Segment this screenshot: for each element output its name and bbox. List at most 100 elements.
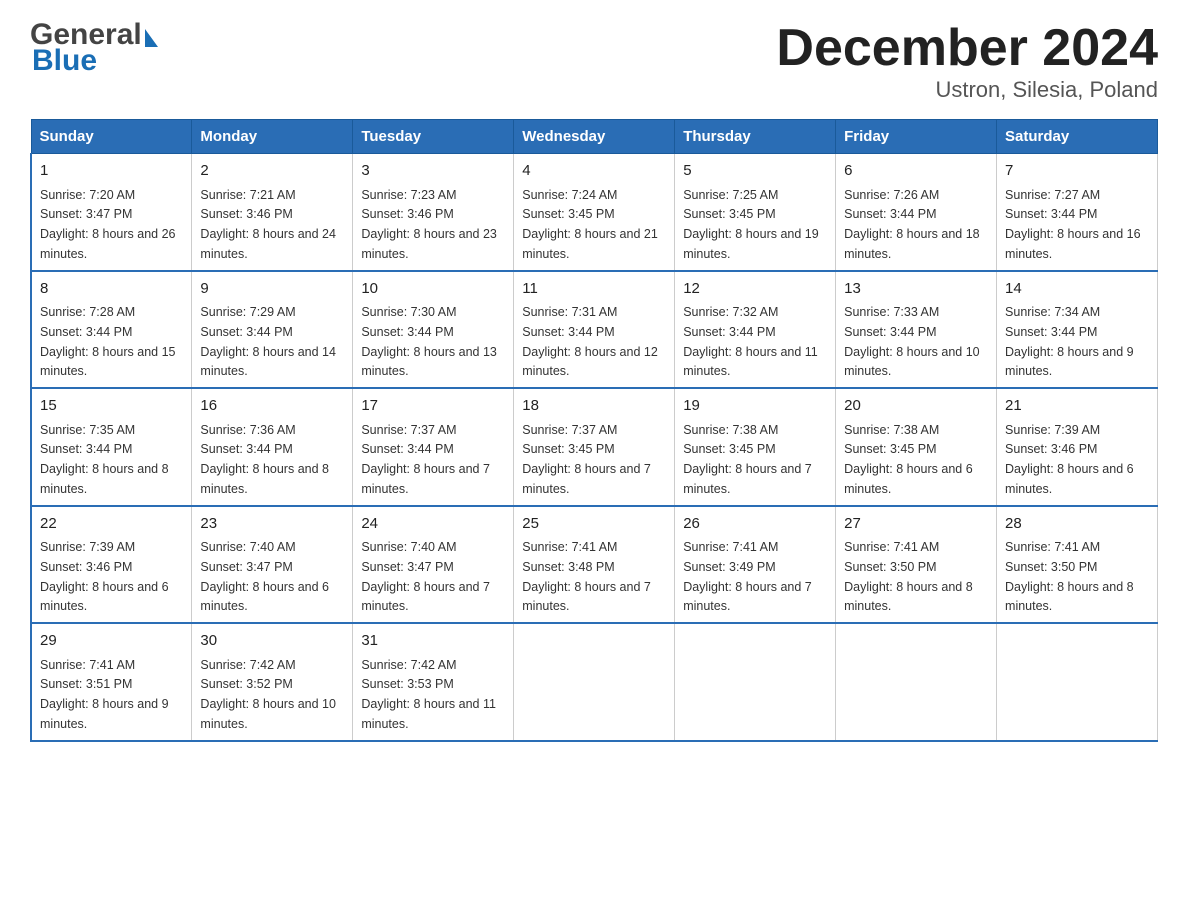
page-header: General Blue December 2024 Ustron, Siles… [30,20,1158,103]
day-number: 6 [844,160,988,183]
logo: General Blue [30,20,158,76]
day-info: Sunrise: 7:39 AMSunset: 3:46 PMDaylight:… [1005,423,1134,496]
day-number: 22 [40,513,183,536]
calendar-cell: 22 Sunrise: 7:39 AMSunset: 3:46 PMDayligh… [31,506,192,624]
day-number: 20 [844,395,988,418]
day-number: 29 [40,630,183,653]
day-number: 13 [844,278,988,301]
day-info: Sunrise: 7:21 AMSunset: 3:46 PMDaylight:… [200,188,336,261]
header-day-saturday: Saturday [997,120,1158,154]
day-info: Sunrise: 7:27 AMSunset: 3:44 PMDaylight:… [1005,188,1141,261]
calendar-header: SundayMondayTuesdayWednesdayThursdayFrid… [31,120,1158,154]
calendar-cell: 30 Sunrise: 7:42 AMSunset: 3:52 PMDayligh… [192,623,353,741]
calendar-cell [675,623,836,741]
header-day-thursday: Thursday [675,120,836,154]
calendar-cell: 9 Sunrise: 7:29 AMSunset: 3:44 PMDaylight… [192,271,353,389]
day-number: 26 [683,513,827,536]
week-row-1: 1 Sunrise: 7:20 AMSunset: 3:47 PMDaylight… [31,154,1158,271]
day-info: Sunrise: 7:29 AMSunset: 3:44 PMDaylight:… [200,305,336,378]
calendar-cell: 14 Sunrise: 7:34 AMSunset: 3:44 PMDayligh… [997,271,1158,389]
day-number: 25 [522,513,666,536]
day-info: Sunrise: 7:20 AMSunset: 3:47 PMDaylight:… [40,188,176,261]
day-info: Sunrise: 7:24 AMSunset: 3:45 PMDaylight:… [522,188,658,261]
day-number: 19 [683,395,827,418]
day-number: 30 [200,630,344,653]
day-info: Sunrise: 7:33 AMSunset: 3:44 PMDaylight:… [844,305,980,378]
calendar-cell: 25 Sunrise: 7:41 AMSunset: 3:48 PMDayligh… [514,506,675,624]
day-info: Sunrise: 7:42 AMSunset: 3:53 PMDaylight:… [361,658,496,731]
day-info: Sunrise: 7:41 AMSunset: 3:50 PMDaylight:… [1005,540,1134,613]
calendar-cell: 3 Sunrise: 7:23 AMSunset: 3:46 PMDaylight… [353,154,514,271]
day-number: 8 [40,278,183,301]
logo-blue-text: Blue [30,46,158,76]
header-day-monday: Monday [192,120,353,154]
calendar-cell: 21 Sunrise: 7:39 AMSunset: 3:46 PMDayligh… [997,388,1158,506]
day-number: 14 [1005,278,1149,301]
calendar-cell: 26 Sunrise: 7:41 AMSunset: 3:49 PMDayligh… [675,506,836,624]
day-info: Sunrise: 7:40 AMSunset: 3:47 PMDaylight:… [200,540,329,613]
day-number: 12 [683,278,827,301]
calendar-cell: 18Sunrise: 7:37 AMSunset: 3:45 PMDayligh… [514,388,675,506]
day-info: Sunrise: 7:41 AMSunset: 3:50 PMDaylight:… [844,540,973,613]
calendar-cell: 17 Sunrise: 7:37 AMSunset: 3:44 PMDayligh… [353,388,514,506]
calendar-cell: 7 Sunrise: 7:27 AMSunset: 3:44 PMDaylight… [997,154,1158,271]
calendar-cell: 31 Sunrise: 7:42 AMSunset: 3:53 PMDayligh… [353,623,514,741]
calendar-cell: 5 Sunrise: 7:25 AMSunset: 3:45 PMDaylight… [675,154,836,271]
day-number: 9 [200,278,344,301]
month-title: December 2024 [776,20,1158,77]
day-info: Sunrise: 7:25 AMSunset: 3:45 PMDaylight:… [683,188,819,261]
calendar-cell: 2 Sunrise: 7:21 AMSunset: 3:46 PMDaylight… [192,154,353,271]
day-number: 1 [40,160,183,183]
calendar-cell: 12 Sunrise: 7:32 AMSunset: 3:44 PMDayligh… [675,271,836,389]
day-number: 10 [361,278,505,301]
day-info: Sunrise: 7:42 AMSunset: 3:52 PMDaylight:… [200,658,336,731]
day-info: Sunrise: 7:35 AMSunset: 3:44 PMDaylight:… [40,423,169,496]
day-info: Sunrise: 7:36 AMSunset: 3:44 PMDaylight:… [200,423,329,496]
header-day-sunday: Sunday [31,120,192,154]
calendar-cell: 20 Sunrise: 7:38 AMSunset: 3:45 PMDayligh… [836,388,997,506]
day-info: Sunrise: 7:37 AMSunset: 3:45 PMDaylight:… [522,423,651,496]
day-number: 11 [522,278,666,301]
day-number: 17 [361,395,505,418]
day-number: 23 [200,513,344,536]
day-info: Sunrise: 7:28 AMSunset: 3:44 PMDaylight:… [40,305,176,378]
day-info: Sunrise: 7:26 AMSunset: 3:44 PMDaylight:… [844,188,980,261]
day-info: Sunrise: 7:40 AMSunset: 3:47 PMDaylight:… [361,540,490,613]
day-number: 27 [844,513,988,536]
day-info: Sunrise: 7:37 AMSunset: 3:44 PMDaylight:… [361,423,490,496]
week-row-5: 29Sunrise: 7:41 AMSunset: 3:51 PMDayligh… [31,623,1158,741]
calendar-cell: 11 Sunrise: 7:31 AMSunset: 3:44 PMDayligh… [514,271,675,389]
calendar-table: SundayMondayTuesdayWednesdayThursdayFrid… [30,119,1158,742]
day-info: Sunrise: 7:39 AMSunset: 3:46 PMDaylight:… [40,540,169,613]
day-number: 28 [1005,513,1149,536]
day-number: 3 [361,160,505,183]
week-row-3: 15 Sunrise: 7:35 AMSunset: 3:44 PMDayligh… [31,388,1158,506]
day-number: 15 [40,395,183,418]
day-info: Sunrise: 7:32 AMSunset: 3:44 PMDaylight:… [683,305,818,378]
calendar-cell: 28 Sunrise: 7:41 AMSunset: 3:50 PMDayligh… [997,506,1158,624]
day-number: 5 [683,160,827,183]
day-info: Sunrise: 7:31 AMSunset: 3:44 PMDaylight:… [522,305,658,378]
day-info: Sunrise: 7:41 AMSunset: 3:49 PMDaylight:… [683,540,812,613]
day-info: Sunrise: 7:38 AMSunset: 3:45 PMDaylight:… [844,423,973,496]
day-info: Sunrise: 7:30 AMSunset: 3:44 PMDaylight:… [361,305,497,378]
header-day-tuesday: Tuesday [353,120,514,154]
calendar-cell: 19Sunrise: 7:38 AMSunset: 3:45 PMDayligh… [675,388,836,506]
day-number: 2 [200,160,344,183]
calendar-cell: 27 Sunrise: 7:41 AMSunset: 3:50 PMDayligh… [836,506,997,624]
day-info: Sunrise: 7:23 AMSunset: 3:46 PMDaylight:… [361,188,497,261]
day-number: 16 [200,395,344,418]
day-number: 7 [1005,160,1149,183]
day-info: Sunrise: 7:41 AMSunset: 3:48 PMDaylight:… [522,540,651,613]
calendar-cell [514,623,675,741]
calendar-cell [997,623,1158,741]
day-number: 31 [361,630,505,653]
day-number: 21 [1005,395,1149,418]
calendar-cell: 10 Sunrise: 7:30 AMSunset: 3:44 PMDayligh… [353,271,514,389]
location-subtitle: Ustron, Silesia, Poland [776,77,1158,103]
calendar-cell: 29Sunrise: 7:41 AMSunset: 3:51 PMDayligh… [31,623,192,741]
header-row: SundayMondayTuesdayWednesdayThursdayFrid… [31,120,1158,154]
calendar-cell: 4Sunrise: 7:24 AMSunset: 3:45 PMDaylight… [514,154,675,271]
calendar-cell: 1 Sunrise: 7:20 AMSunset: 3:47 PMDaylight… [31,154,192,271]
day-info: Sunrise: 7:34 AMSunset: 3:44 PMDaylight:… [1005,305,1134,378]
